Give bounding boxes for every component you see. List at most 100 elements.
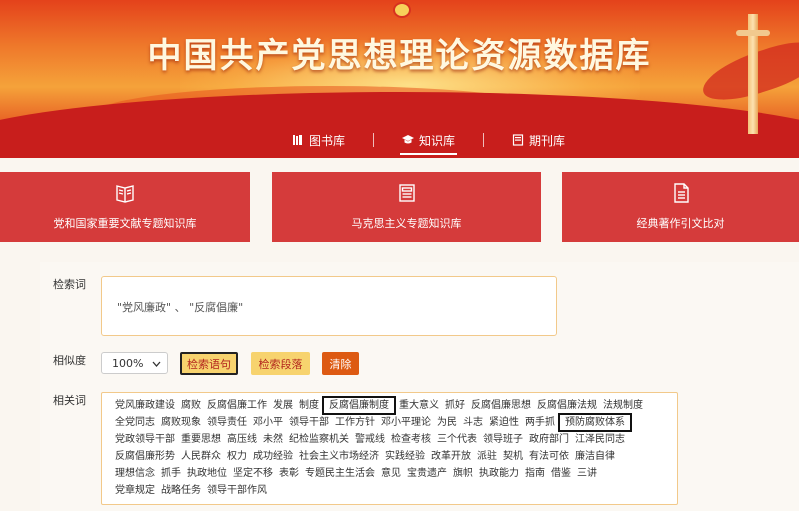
related-term[interactable]: 社会主义市场经济 bbox=[296, 449, 382, 464]
related-term[interactable]: 领导干部 bbox=[286, 415, 332, 430]
related-term[interactable]: 借鉴 bbox=[548, 466, 574, 481]
related-term[interactable]: 成功经验 bbox=[250, 449, 296, 464]
main-nav: 图书库 知识库 期刊库 bbox=[290, 128, 567, 155]
chevron-down-icon bbox=[152, 361, 161, 367]
related-term[interactable]: 反腐倡廉制度 bbox=[322, 396, 396, 415]
related-term[interactable]: 党章规定 bbox=[112, 483, 158, 498]
related-terms-list: 党风廉政建设 腐败 反腐倡廉工作 发展 制度 反腐倡廉制度 重大意义 抓好 反腐倡廉思想 反腐倡廉… bbox=[112, 396, 674, 499]
related-term[interactable]: 纪检监察机关 bbox=[286, 432, 352, 447]
related-term[interactable]: 重要思想 bbox=[178, 432, 224, 447]
related-term[interactable]: 契机 bbox=[500, 449, 526, 464]
related-term[interactable]: 旗帜 bbox=[450, 466, 476, 481]
related-term[interactable]: 改革开放 bbox=[428, 449, 474, 464]
similarity-value: 100% bbox=[112, 356, 144, 370]
nav-tab-label: 知识库 bbox=[419, 133, 456, 148]
journal-icon bbox=[512, 134, 524, 146]
related-term[interactable]: 腐败现象 bbox=[158, 415, 204, 430]
site-title: 中国共产党思想理论资源数据库 bbox=[147, 36, 652, 76]
related-term[interactable]: 战略任务 bbox=[158, 483, 204, 498]
related-term[interactable]: 意见 bbox=[378, 466, 404, 481]
related-term[interactable]: 反腐倡廉形势 bbox=[112, 449, 178, 464]
card-classic-citation-compare[interactable]: 经典著作引文比对 bbox=[562, 172, 799, 242]
related-term[interactable]: 重大意义 bbox=[396, 398, 442, 413]
related-terms-row: 理想信念 抓手 执政地位 坚定不移 表彰 专题民主生活会 意见 宝贵遗产 旗帜 执政能力 指南 借鉴三… bbox=[112, 465, 674, 482]
nav-tab-label: 期刊库 bbox=[529, 133, 566, 148]
related-term[interactable]: 领导班子 bbox=[480, 432, 526, 447]
card-party-state-documents[interactable]: 党和国家重要文献专题知识库 bbox=[0, 172, 250, 242]
related-term[interactable]: 警戒线 bbox=[352, 432, 388, 447]
related-term[interactable]: 党风廉政建设 bbox=[112, 398, 178, 413]
nav-divider bbox=[483, 133, 485, 147]
related-term[interactable]: 腐败 bbox=[178, 398, 204, 413]
query-label: 检索词 bbox=[53, 278, 86, 291]
related-terms-row: 党章规定 战略任务 领导干部作风 bbox=[112, 482, 674, 499]
related-term[interactable]: 专题民主生活会 bbox=[302, 466, 378, 481]
related-term[interactable]: 指南 bbox=[522, 466, 548, 481]
related-term[interactable]: 为民 bbox=[434, 415, 460, 430]
related-terms-row: 反腐倡廉形势 人民群众 权力 成功经验 社会主义市场经济 实践经验 改革开放 派驻 契机 有法可依… bbox=[112, 448, 674, 465]
nav-tab-journals[interactable]: 期刊库 bbox=[510, 132, 567, 149]
search-sentence-button[interactable]: 检索语句 bbox=[180, 352, 238, 375]
related-term[interactable]: 人民群众 bbox=[178, 449, 224, 464]
graduation-cap-icon bbox=[402, 135, 415, 144]
related-term[interactable]: 紧迫性 bbox=[486, 415, 522, 430]
card-label: 党和国家重要文献专题知识库 bbox=[53, 217, 197, 230]
related-term[interactable]: 邓小平理论 bbox=[378, 415, 434, 430]
related-term[interactable]: 反腐倡廉思想 bbox=[468, 398, 534, 413]
book-stack-icon bbox=[293, 135, 302, 145]
related-term[interactable]: 江泽民同志 bbox=[572, 432, 628, 447]
related-term[interactable]: 未然 bbox=[260, 432, 286, 447]
related-term[interactable]: 派驻 bbox=[474, 449, 500, 464]
party-emblem-icon bbox=[393, 2, 411, 18]
related-term[interactable]: 反腐倡廉工作 bbox=[204, 398, 270, 413]
related-term[interactable]: 权力 bbox=[224, 449, 250, 464]
query-value: "党风廉政" 、 "反腐倡廉" bbox=[117, 301, 244, 314]
related-term[interactable]: 法规制度 bbox=[600, 398, 646, 413]
similarity-label: 相似度 bbox=[53, 354, 86, 367]
clear-button[interactable]: 清除 bbox=[322, 352, 359, 375]
nav-tab-knowledge[interactable]: 知识库 bbox=[400, 132, 458, 155]
related-term[interactable]: 两手抓 bbox=[522, 415, 558, 430]
related-terms-row: 党风廉政建设 腐败 反腐倡廉工作 发展 制度 反腐倡廉制度 重大意义 抓好 反腐倡廉思想 反腐倡廉… bbox=[112, 396, 674, 415]
related-term[interactable]: 抓手 bbox=[158, 466, 184, 481]
related-term[interactable]: 党政领导干部 bbox=[112, 432, 178, 447]
related-term[interactable]: 高压线 bbox=[224, 432, 260, 447]
nav-divider bbox=[373, 133, 375, 147]
related-term[interactable]: 宝贵遗产 bbox=[404, 466, 450, 481]
header-banner: 中国共产党思想理论资源数据库 图书库 知识库 期刊库 bbox=[0, 0, 799, 158]
related-term[interactable]: 三个代表 bbox=[434, 432, 480, 447]
related-term[interactable]: 斗志 bbox=[460, 415, 486, 430]
related-terms-row: 全党同志 腐败现象 领导责任 邓小平 领导干部 工作方针 邓小平理论 为民 斗志 紧迫性 两手抓 预防… bbox=[112, 413, 674, 432]
related-term[interactable]: 制度 bbox=[296, 398, 322, 413]
related-term[interactable]: 领导责任 bbox=[204, 415, 250, 430]
related-term[interactable]: 执政能力 bbox=[476, 466, 522, 481]
related-term[interactable]: 三讲 bbox=[574, 466, 600, 481]
related-term[interactable]: 理想信念 bbox=[112, 466, 158, 481]
related-term[interactable]: 实践经验 bbox=[382, 449, 428, 464]
related-term[interactable]: 发展 bbox=[270, 398, 296, 413]
card-marxism-knowledge[interactable]: 马克思主义专题知识库 bbox=[272, 172, 541, 242]
related-term[interactable]: 全党同志 bbox=[112, 415, 158, 430]
related-term[interactable]: 表彰 bbox=[276, 466, 302, 481]
card-label: 经典著作引文比对 bbox=[636, 217, 725, 230]
search-paragraph-button[interactable]: 检索段落 bbox=[251, 352, 310, 375]
related-term[interactable]: 检查考核 bbox=[388, 432, 434, 447]
related-term[interactable]: 预防腐败体系 bbox=[558, 413, 632, 432]
document-icon bbox=[673, 183, 689, 203]
similarity-select[interactable]: 100% bbox=[101, 352, 168, 374]
newspaper-icon bbox=[398, 184, 415, 202]
related-term[interactable]: 领导干部作风 bbox=[204, 483, 270, 498]
related-label: 相关词 bbox=[53, 394, 86, 407]
related-term[interactable]: 反腐倡廉法规 bbox=[534, 398, 600, 413]
related-term[interactable]: 政府部门 bbox=[526, 432, 572, 447]
related-term[interactable]: 坚定不移 bbox=[230, 466, 276, 481]
related-term[interactable]: 邓小平 bbox=[250, 415, 286, 430]
related-term[interactable]: 有法可依 bbox=[526, 449, 572, 464]
card-label: 马克思主义专题知识库 bbox=[351, 217, 462, 230]
open-book-icon bbox=[116, 185, 134, 203]
related-term[interactable]: 廉洁自律 bbox=[572, 449, 618, 464]
related-term[interactable]: 抓好 bbox=[442, 398, 468, 413]
nav-tab-books[interactable]: 图书库 bbox=[290, 132, 347, 149]
related-term[interactable]: 执政地位 bbox=[184, 466, 230, 481]
related-term[interactable]: 工作方针 bbox=[332, 415, 378, 430]
